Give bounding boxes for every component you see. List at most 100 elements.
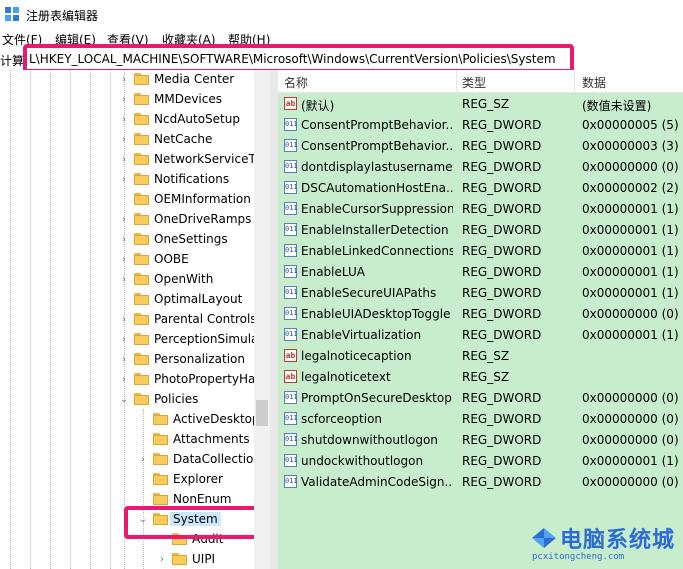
value-row[interactable]: 011 scforceoption REG_DWORD 0x00000000 (0) — [278, 408, 683, 429]
tree-item[interactable]: › Media Center — [118, 70, 258, 90]
chevron-right-icon[interactable]: › — [156, 553, 168, 567]
tree-item-label: OpenWith — [154, 272, 214, 286]
dword-value-icon: 011 — [284, 160, 298, 173]
chevron-right-icon[interactable]: › — [118, 213, 130, 227]
value-row[interactable]: 011 ConsentPromptBehavior... REG_DWORD 0x00… — [278, 135, 683, 156]
value-row[interactable]: 011 shutdownwithoutlogon REG_DWORD 0x000000… — [278, 429, 683, 450]
tree-item[interactable]: › NetCache — [118, 130, 258, 150]
column-header-type[interactable]: 类型 — [462, 74, 486, 91]
value-row[interactable]: 011 undockwithoutlogon REG_DWORD 0x00000001… — [278, 450, 683, 471]
menu-view[interactable]: 查看(V) — [107, 31, 149, 48]
value-name: EnableInstallerDetection — [301, 223, 449, 237]
tree-item[interactable]: Attachments — [137, 430, 270, 450]
chevron-right-icon[interactable]: › — [118, 113, 130, 127]
chevron-right-icon[interactable]: › — [118, 353, 130, 367]
menu-favorites[interactable]: 收藏夹(A) — [162, 31, 216, 48]
tree-guide-line — [50, 70, 51, 569]
value-row[interactable]: 011 dontdisplaylastusername REG_DWORD 0x000… — [278, 156, 683, 177]
tree-item[interactable]: › Notifications — [118, 170, 258, 190]
value-row[interactable]: ab (默认) REG_SZ (数值未设置) — [278, 93, 683, 114]
values-list[interactable]: 名称 类型 数据 ab (默认) REG_SZ (数值未设置) 011 ConsentPr… — [278, 70, 683, 569]
chevron-right-icon[interactable]: › — [118, 73, 130, 87]
tree-item[interactable]: › PerceptionSimula — [118, 330, 258, 350]
value-row[interactable]: 011 EnableLUA REG_DWORD 0x00000001 (1) — [278, 261, 683, 282]
value-row[interactable]: 011 EnableCursorSuppression REG_DWORD 0x000… — [278, 198, 683, 219]
tree-item[interactable]: › DataCollection — [137, 450, 270, 470]
value-row[interactable]: 011 PromptOnSecureDesktop REG_DWORD 0x00000… — [278, 387, 683, 408]
tree-item[interactable]: Explorer — [137, 470, 270, 490]
value-type: REG_DWORD — [462, 454, 542, 468]
value-row[interactable]: 011 EnableVirtualization REG_DWORD 0x000000… — [278, 324, 683, 345]
menu-file[interactable]: 文件(F) — [2, 31, 42, 48]
tree-scrollbar[interactable] — [254, 70, 270, 569]
value-data: 0x00000001 (1) — [582, 244, 679, 258]
value-row[interactable]: 011 ConsentPromptBehavior... REG_DWORD 0x00… — [278, 114, 683, 135]
value-data: 0x00000000 (0) — [582, 412, 679, 426]
tree-item-label: Personalization — [154, 352, 245, 366]
column-separator[interactable] — [574, 70, 575, 92]
chevron-right-icon[interactable]: › — [118, 333, 130, 347]
chevron-down-icon[interactable]: ⌄ — [137, 513, 149, 527]
chevron-right-icon[interactable]: › — [137, 453, 149, 467]
value-row[interactable]: ab legalnoticecaption REG_SZ — [278, 345, 683, 366]
registry-tree[interactable]: › Media Center › MMDevices › NcdAutoSetup › Net… — [0, 70, 270, 569]
chevron-right-icon[interactable]: › — [118, 253, 130, 267]
value-name: EnableLUA — [301, 265, 365, 279]
tree-scrollbar-thumb[interactable] — [256, 400, 268, 426]
value-data: 0x00000001 (1) — [582, 265, 679, 279]
chevron-right-icon[interactable]: › — [118, 173, 130, 187]
folder-icon — [153, 473, 168, 485]
address-path-input[interactable]: L\HKEY_LOCAL_MACHINE\SOFTWARE\Microsoft\… — [29, 52, 556, 66]
tree-item[interactable]: › OneDriveRamps — [118, 210, 258, 230]
value-row[interactable]: 011 EnableSecureUIAPaths REG_DWORD 0x000000… — [278, 282, 683, 303]
menu-edit[interactable]: 编辑(E) — [55, 31, 96, 48]
tree-item[interactable]: Audit — [156, 530, 270, 550]
chevron-right-icon[interactable]: › — [118, 273, 130, 287]
chevron-right-icon[interactable]: › — [118, 313, 130, 327]
tree-item[interactable]: › OneSettings — [118, 230, 258, 250]
chevron-right-icon[interactable]: › — [118, 233, 130, 247]
value-row[interactable]: ab legalnoticetext REG_SZ — [278, 366, 683, 387]
tree-item[interactable]: ⌄ Policies — [118, 390, 258, 410]
tree-item[interactable]: OEMInformation — [118, 190, 258, 210]
pane-splitter[interactable] — [270, 70, 278, 569]
chevron-down-icon[interactable]: ⌄ — [118, 393, 130, 407]
value-row[interactable]: 011 EnableUIADesktopToggle REG_DWORD 0x0000… — [278, 303, 683, 324]
tree-item-label: OOBE — [154, 252, 189, 266]
tree-item[interactable]: › Personalization — [118, 350, 258, 370]
value-data: 0x00000001 (1) — [582, 223, 679, 237]
tree-item[interactable]: ActiveDesktop — [137, 410, 270, 430]
tree-item[interactable]: › OOBE — [118, 250, 258, 270]
value-row[interactable]: 011 EnableInstallerDetection REG_DWORD 0x00… — [278, 219, 683, 240]
tree-item[interactable]: OptimalLayout — [118, 290, 258, 310]
menu-help[interactable]: 帮助(H) — [228, 31, 270, 48]
value-name: legalnoticetext — [301, 370, 391, 384]
value-row[interactable]: 011 ValidateAdminCodeSign... REG_DWORD 0x00… — [278, 471, 683, 492]
chevron-right-icon[interactable]: › — [118, 153, 130, 167]
folder-icon — [153, 493, 168, 505]
tree-item[interactable]: › PhotoPropertyHa — [118, 370, 258, 390]
tree-item[interactable]: › OpenWith — [118, 270, 258, 290]
tree-item[interactable]: › MMDevices — [118, 90, 258, 110]
chevron-right-icon[interactable]: › — [118, 133, 130, 147]
tree-item[interactable]: › NcdAutoSetup — [118, 110, 258, 130]
value-name: (默认) — [301, 99, 335, 113]
column-separator[interactable] — [456, 70, 457, 92]
tree-item[interactable]: › NetworkServiceT — [118, 150, 258, 170]
address-label: 计算 — [0, 54, 25, 68]
value-row[interactable]: 011 EnableLinkedConnections REG_DWORD 0x000… — [278, 240, 683, 261]
chevron-right-icon[interactable]: › — [118, 373, 130, 387]
tree-item[interactable]: ⌄ System — [137, 510, 270, 530]
value-type: REG_DWORD — [462, 223, 542, 237]
tree-item[interactable]: › UIPI — [156, 550, 270, 569]
value-row[interactable]: 011 DSCAutomationHostEna... REG_DWORD 0x000… — [278, 177, 683, 198]
chevron-right-icon[interactable]: › — [118, 93, 130, 107]
column-header-data[interactable]: 数据 — [582, 74, 606, 91]
string-value-icon: ab — [284, 349, 297, 362]
tree-item-label: NcdAutoSetup — [154, 112, 240, 126]
tree-item[interactable]: NonEnum — [137, 490, 270, 510]
column-header-name[interactable]: 名称 — [284, 74, 308, 91]
tree-item[interactable]: › Parental Controls — [118, 310, 258, 330]
tree-item-label: PerceptionSimula — [154, 332, 259, 346]
tree-item-label: Policies — [154, 392, 199, 406]
